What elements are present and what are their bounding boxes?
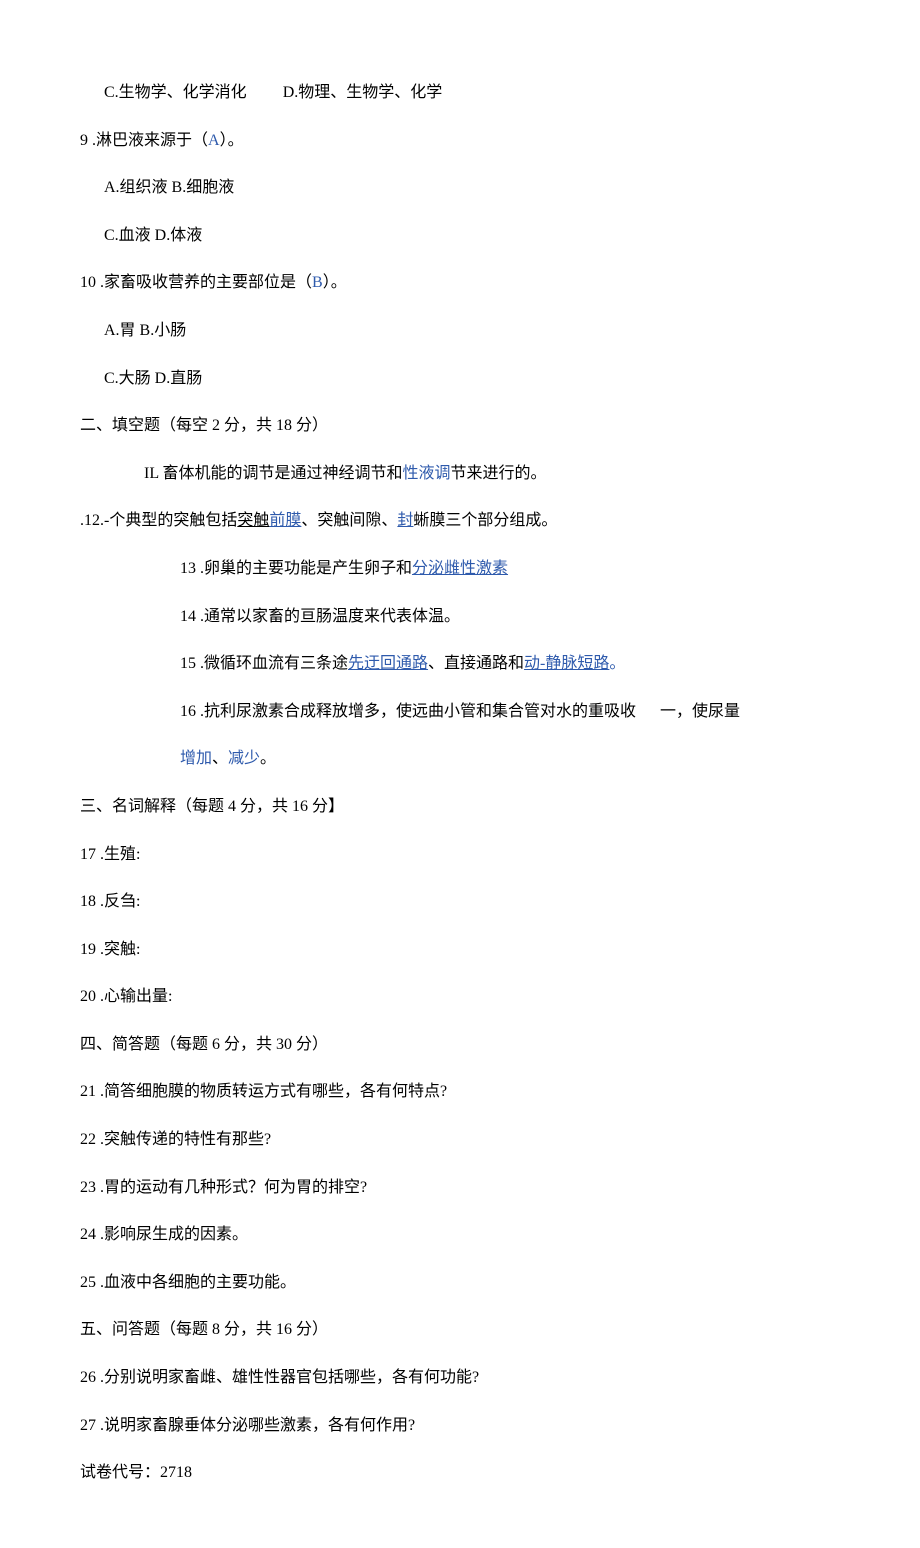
q27: 27 .说明家畜腺垂体分泌哪些激素，各有何作用? [80, 1413, 840, 1439]
q8-opt-d: D.物理、生物学、化学 [283, 84, 443, 101]
q10-options-cd: C.大肠 D.直肠 [80, 366, 840, 392]
section3-title: 三、名词解释（每题 4 分，共 16 分】 [80, 794, 840, 820]
q8-opt-c: C.生物学、化学消化 [104, 84, 247, 101]
q17: 17 .生殖: [80, 842, 840, 868]
q15-blank2: 动-静脉短路 [524, 655, 609, 672]
q15: 15 .微循环血流有三条途先迂回通路、直接通路和动-静脉短路。 [80, 651, 840, 677]
q25: 25 .血液中各细胞的主要功能。 [80, 1270, 840, 1296]
q19: 19 .突触: [80, 937, 840, 963]
q20: 20 .心输出量: [80, 984, 840, 1010]
q8-options-cd: C.生物学、化学消化 D.物理、生物学、化学 [80, 80, 840, 106]
q22: 22 .突触传递的特性有那些? [80, 1127, 840, 1153]
section4-title: 四、简答题（每题 6 分，共 30 分） [80, 1032, 840, 1058]
q9-options-cd: C.血液 D.体液 [80, 223, 840, 249]
q12-blank1: 前膜 [269, 512, 301, 529]
footer-code: 试卷代号：2718 [80, 1460, 840, 1486]
q9-stem: 9 .淋巴液来源于（A）。 [80, 128, 840, 154]
section5-title: 五、问答题（每题 8 分，共 16 分） [80, 1317, 840, 1343]
q13-blank: 分泌雌性激素 [412, 560, 508, 577]
q10-options-ab: A.胃 B.小肠 [80, 318, 840, 344]
q11: IL 畜体机能的调节是通过神经调节和性液调节来进行的。 [80, 461, 840, 487]
q18: 18 .反刍: [80, 889, 840, 915]
q15-blank1: 先迂回通路 [348, 655, 428, 672]
q21: 21 .简答细胞膜的物质转运方式有哪些，各有何特点? [80, 1079, 840, 1105]
q12-blank2: 封 [397, 512, 413, 529]
q9-answer: A [208, 132, 220, 149]
q26: 26 .分别说明家畜雌、雄性性器官包括哪些，各有何功能? [80, 1365, 840, 1391]
q16-line1: 16 .抗利尿激素合成释放增多，使远曲小管和集合管对水的重吸收一，使尿量 [80, 699, 840, 725]
q10-answer: B [312, 274, 323, 291]
q16-blank2: 减少 [228, 750, 260, 767]
q12: .12.-个典型的突触包括突触前膜、突触间隙、封蜥膜三个部分组成。 [80, 508, 840, 534]
q24: 24 .影响尿生成的因素。 [80, 1222, 840, 1248]
q13: 13 .卵巢的主要功能是产生卵子和分泌雌性激素 [80, 556, 840, 582]
q14: 14 .通常以家畜的亘肠温度来代表体温。 [80, 604, 840, 630]
q16-blank1: 增加 [180, 750, 212, 767]
section2-title: 二、填空题（每空 2 分，共 18 分） [80, 413, 840, 439]
q23: 23 .胃的运动有几种形式？何为胃的排空? [80, 1175, 840, 1201]
q10-stem: 10 .家畜吸收营养的主要部位是（B）。 [80, 270, 840, 296]
q16-line2: 增加、减少。 [80, 746, 840, 772]
q9-options-ab: A.组织液 B.细胞液 [80, 175, 840, 201]
q11-blank: 性液调 [403, 465, 451, 482]
